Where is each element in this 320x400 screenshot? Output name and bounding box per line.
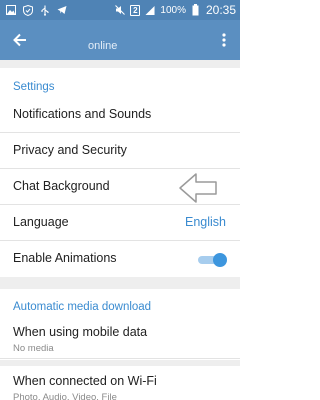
notifications-label: Notifications and Sounds bbox=[13, 107, 152, 121]
sim-slot-badge: 2 bbox=[130, 4, 141, 16]
pointer-arrow-annotation bbox=[179, 173, 217, 203]
mobile-data-label: When using mobile data bbox=[13, 325, 148, 339]
status-bar-system: 2 100% 20:35 bbox=[115, 0, 236, 20]
mute-icon bbox=[115, 5, 126, 16]
media-download-section-title: Automatic media download bbox=[13, 301, 152, 313]
wifi-label: When connected on Wi-Fi bbox=[13, 374, 157, 388]
online-status: online bbox=[88, 40, 118, 52]
clock: 20:35 bbox=[205, 3, 236, 17]
animations-label: Enable Animations bbox=[13, 251, 117, 265]
settings-section-title: Settings bbox=[13, 81, 55, 93]
action-bar: online bbox=[0, 20, 240, 60]
language-label: Language bbox=[13, 215, 69, 229]
image-notification-icon bbox=[6, 5, 16, 16]
section-divider bbox=[0, 360, 240, 366]
battery-percent: 100% bbox=[160, 4, 186, 16]
back-arrow-icon bbox=[13, 33, 26, 47]
animations-toggle[interactable] bbox=[198, 253, 227, 267]
shield-icon bbox=[23, 4, 33, 16]
section-divider bbox=[0, 277, 240, 289]
more-options-button[interactable] bbox=[216, 28, 232, 52]
chat-background-label: Chat Background bbox=[13, 179, 110, 193]
usb-icon bbox=[40, 5, 50, 16]
more-vert-icon bbox=[222, 33, 226, 47]
toggle-knob bbox=[213, 253, 227, 267]
language-item[interactable]: Language English bbox=[0, 205, 240, 241]
privacy-label: Privacy and Security bbox=[13, 143, 127, 157]
signal-icon bbox=[145, 5, 155, 16]
mobile-data-item[interactable]: When using mobile data No media bbox=[0, 317, 240, 359]
telegram-icon bbox=[57, 5, 67, 16]
section-divider bbox=[0, 60, 240, 68]
notifications-and-sounds-item[interactable]: Notifications and Sounds bbox=[0, 97, 240, 133]
battery-icon bbox=[191, 4, 201, 16]
back-button[interactable] bbox=[8, 28, 32, 52]
wifi-value: Photo, Audio, Video, File bbox=[13, 392, 117, 400]
privacy-and-security-item[interactable]: Privacy and Security bbox=[0, 133, 240, 169]
wifi-item[interactable]: When connected on Wi-Fi Photo, Audio, Vi… bbox=[0, 366, 240, 400]
status-bar-notifications bbox=[0, 4, 67, 16]
language-value: English bbox=[185, 215, 226, 229]
enable-animations-item[interactable]: Enable Animations bbox=[0, 241, 240, 277]
status-bar: 2 100% 20:35 bbox=[0, 0, 240, 20]
mobile-data-value: No media bbox=[13, 343, 54, 354]
